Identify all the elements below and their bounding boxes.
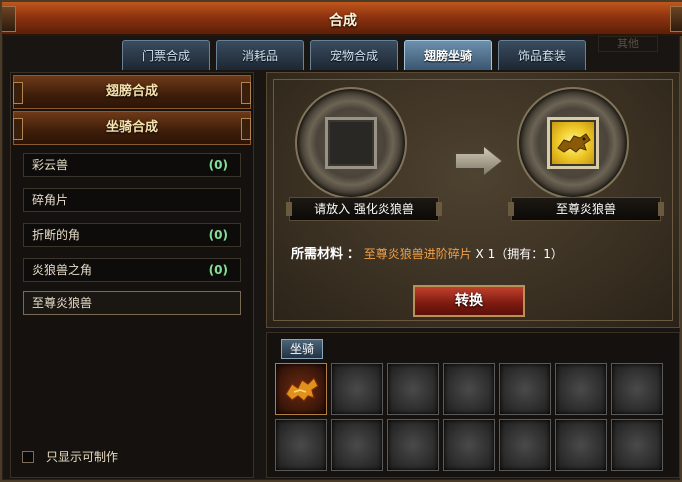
filter-craftable[interactable]: 只显示可制作 [22, 448, 118, 465]
bag-slot[interactable] [499, 363, 551, 415]
tab-pets[interactable]: 宠物合成 [310, 40, 398, 70]
bag-slot[interactable] [499, 419, 551, 471]
filter-checkbox[interactable] [22, 450, 34, 463]
bag-tab-mounts[interactable]: 坐骑 [281, 339, 323, 359]
output-slot-label: 至尊炎狼兽 [508, 197, 664, 221]
title-bar[interactable]: 合成 [2, 2, 682, 36]
gold-wolf-mount-icon [557, 133, 591, 153]
tab-other[interactable]: 其他 [598, 36, 658, 52]
input-slot[interactable] [325, 117, 377, 169]
recipe-name: 折断的角 [32, 228, 81, 242]
bag-slot[interactable] [443, 363, 495, 415]
mount-bag-panel: 坐骑 [266, 332, 680, 478]
window-title: 合成 [329, 13, 357, 29]
bag-slot[interactable] [275, 363, 327, 415]
input-slot-label: 请放入 强化炎狼兽 [286, 197, 442, 221]
materials-quantity: X 1（拥有：1） [475, 247, 563, 261]
bag-grid [275, 363, 663, 471]
recipe-count: (0) [208, 228, 228, 242]
bag-slot[interactable] [387, 419, 439, 471]
recipe-row[interactable]: 彩云兽 (0) [23, 153, 241, 177]
tab-consumables[interactable]: 消耗品 [216, 40, 304, 70]
recipe-row[interactable]: 碎角片 [23, 188, 241, 212]
tab-tickets[interactable]: 门票合成 [122, 40, 210, 70]
recipe-name: 至尊炎狼兽 [32, 296, 93, 310]
bag-slot[interactable] [611, 363, 663, 415]
materials-colon: ： [346, 247, 360, 262]
bag-slot[interactable] [555, 363, 607, 415]
synthesis-window: 合成 其他 门票合成 消耗品 宠物合成 翅膀坐骑 饰品套装 翅膀合成 坐骑合成 … [0, 0, 682, 482]
materials-line: 所需材料 ： 至尊炎狼兽进阶碎片 X 1（拥有：1） [291, 243, 563, 262]
arrow-right-icon [454, 143, 505, 179]
bag-slot[interactable] [611, 419, 663, 471]
bag-slot[interactable] [331, 363, 383, 415]
recipe-name: 碎角片 [32, 193, 69, 207]
tab-wings-mounts[interactable]: 翅膀坐骑 [404, 40, 492, 70]
recipe-name: 彩云兽 [32, 158, 69, 172]
category-mounts-button[interactable]: 坐骑合成 [13, 111, 251, 145]
input-slot-ring [295, 87, 407, 199]
bag-slot[interactable] [387, 363, 439, 415]
bag-slot[interactable] [555, 419, 607, 471]
bag-slot[interactable] [331, 419, 383, 471]
recipe-count: (0) [208, 158, 228, 172]
filter-label: 只显示可制作 [46, 450, 119, 464]
recipe-panel: 翅膀合成 坐骑合成 彩云兽 (0) 碎角片 折断的角 (0) 炎狼兽之角 (0)… [10, 72, 254, 478]
title-ornament-right [670, 6, 682, 32]
output-slot[interactable] [547, 117, 599, 169]
output-slot-ring [517, 87, 629, 199]
recipe-row[interactable]: 折断的角 (0) [23, 223, 241, 247]
category-wings-button[interactable]: 翅膀合成 [13, 75, 251, 109]
tab-bar: 门票合成 消耗品 宠物合成 翅膀坐骑 饰品套装 [122, 40, 586, 70]
materials-item: 至尊炎狼兽进阶碎片 [363, 247, 472, 261]
bag-slot[interactable] [443, 419, 495, 471]
recipe-row[interactable]: 炎狼兽之角 (0) [23, 258, 241, 282]
convert-button[interactable]: 转换 [413, 285, 525, 317]
tab-accessories[interactable]: 饰品套装 [498, 40, 586, 70]
recipe-name: 炎狼兽之角 [32, 263, 93, 277]
materials-label: 所需材料 [291, 247, 344, 262]
synthesis-panel: 请放入 强化炎狼兽 至尊炎狼兽 所需材料 ： 至尊炎狼兽进阶碎片 X 1（拥有：… [266, 72, 680, 328]
recipe-count: (0) [208, 263, 228, 277]
recipe-row-selected[interactable]: 至尊炎狼兽 [23, 291, 241, 315]
red-wolf-mount-icon [285, 376, 319, 402]
bag-slot[interactable] [275, 419, 327, 471]
